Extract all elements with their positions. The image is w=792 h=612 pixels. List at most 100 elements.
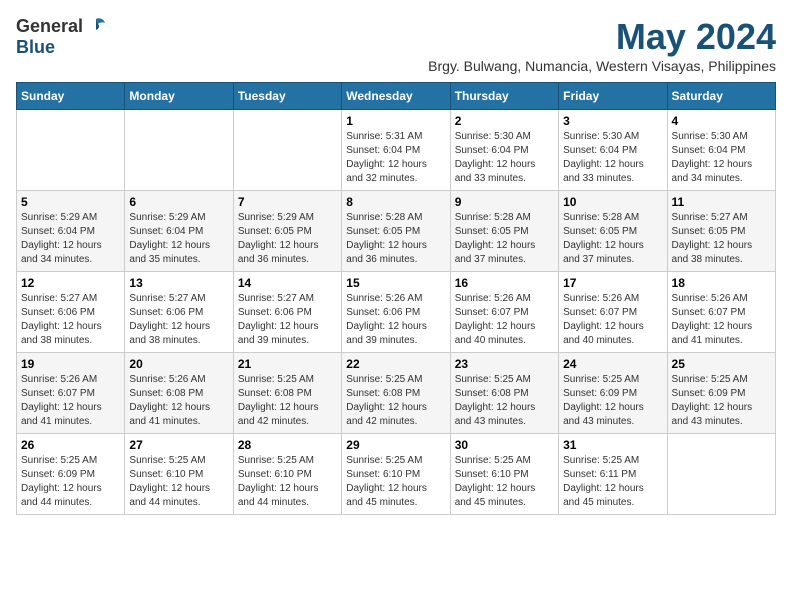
weekday-header: Tuesday xyxy=(233,83,341,110)
calendar-cell: 3 Sunrise: 5:30 AMSunset: 6:04 PMDaylight… xyxy=(559,110,667,191)
weekday-header: Friday xyxy=(559,83,667,110)
calendar-cell: 12Sunrise: 5:27 AMSunset: 6:06 PMDayligh… xyxy=(17,272,125,353)
day-info: Sunrise: 5:27 AMSunset: 6:06 PMDaylight:… xyxy=(238,292,337,348)
day-number: 21 xyxy=(238,357,337,371)
calendar-cell: 30 Sunrise: 5:25 AMSunset: 6:10 PMDayligh… xyxy=(450,434,558,515)
calendar-cell xyxy=(17,110,125,191)
day-info: Sunrise: 5:25 AMSunset: 6:10 PMDaylight:… xyxy=(346,454,445,510)
day-number: 4 xyxy=(672,114,771,128)
day-info: Sunrise: 5:26 AMSunset: 6:07 PMDaylight:… xyxy=(21,373,120,429)
day-info: Sunrise: 5:25 AMSunset: 6:09 PMDaylight:… xyxy=(672,373,771,429)
day-number: 18 xyxy=(672,276,771,290)
calendar-cell: 29 Sunrise: 5:25 AMSunset: 6:10 PMDayligh… xyxy=(342,434,450,515)
calendar-cell: 27 Sunrise: 5:25 AMSunset: 6:10 PMDayligh… xyxy=(125,434,233,515)
day-info: Sunrise: 5:25 AMSunset: 6:08 PMDaylight:… xyxy=(238,373,337,429)
day-info: Sunrise: 5:29 AMSunset: 6:04 PMDaylight:… xyxy=(129,211,228,267)
weekday-header: Sunday xyxy=(17,83,125,110)
day-number: 15 xyxy=(346,276,445,290)
day-number: 17 xyxy=(563,276,662,290)
day-number: 31 xyxy=(563,438,662,452)
calendar-cell: 17Sunrise: 5:26 AMSunset: 6:07 PMDayligh… xyxy=(559,272,667,353)
calendar-cell: 14 Sunrise: 5:27 AMSunset: 6:06 PMDayligh… xyxy=(233,272,341,353)
location-title: Brgy. Bulwang, Numancia, Western Visayas… xyxy=(428,58,776,74)
day-info: Sunrise: 5:27 AMSunset: 6:05 PMDaylight:… xyxy=(672,211,771,267)
calendar-cell: 31 Sunrise: 5:25 AMSunset: 6:11 PMDayligh… xyxy=(559,434,667,515)
calendar-cell: 11Sunrise: 5:27 AMSunset: 6:05 PMDayligh… xyxy=(667,191,775,272)
calendar-cell: 9Sunrise: 5:28 AMSunset: 6:05 PMDaylight… xyxy=(450,191,558,272)
logo: General Blue xyxy=(16,16,107,58)
day-number: 30 xyxy=(455,438,554,452)
calendar-cell: 2Sunrise: 5:30 AMSunset: 6:04 PMDaylight… xyxy=(450,110,558,191)
day-info: Sunrise: 5:30 AMSunset: 6:04 PMDaylight:… xyxy=(672,130,771,186)
calendar-cell: 10 Sunrise: 5:28 AMSunset: 6:05 PMDayligh… xyxy=(559,191,667,272)
calendar-cell: 16 Sunrise: 5:26 AMSunset: 6:07 PMDayligh… xyxy=(450,272,558,353)
day-number: 2 xyxy=(455,114,554,128)
day-number: 3 xyxy=(563,114,662,128)
day-number: 6 xyxy=(129,195,228,209)
calendar-cell: 6 Sunrise: 5:29 AMSunset: 6:04 PMDaylight… xyxy=(125,191,233,272)
calendar-table: SundayMondayTuesdayWednesdayThursdayFrid… xyxy=(16,82,776,515)
day-info: Sunrise: 5:26 AMSunset: 6:06 PMDaylight:… xyxy=(346,292,445,348)
day-number: 24 xyxy=(563,357,662,371)
day-info: Sunrise: 5:27 AMSunset: 6:06 PMDaylight:… xyxy=(129,292,228,348)
day-info: Sunrise: 5:25 AMSunset: 6:08 PMDaylight:… xyxy=(455,373,554,429)
day-info: Sunrise: 5:26 AMSunset: 6:07 PMDaylight:… xyxy=(455,292,554,348)
day-number: 5 xyxy=(21,195,120,209)
day-info: Sunrise: 5:26 AMSunset: 6:08 PMDaylight:… xyxy=(129,373,228,429)
calendar-cell: 5 Sunrise: 5:29 AMSunset: 6:04 PMDaylight… xyxy=(17,191,125,272)
day-number: 25 xyxy=(672,357,771,371)
calendar-cell: 24 Sunrise: 5:25 AMSunset: 6:09 PMDayligh… xyxy=(559,353,667,434)
day-number: 16 xyxy=(455,276,554,290)
day-number: 14 xyxy=(238,276,337,290)
calendar-week-row: 19 Sunrise: 5:26 AMSunset: 6:07 PMDayligh… xyxy=(17,353,776,434)
calendar-cell: 25 Sunrise: 5:25 AMSunset: 6:09 PMDayligh… xyxy=(667,353,775,434)
calendar-cell: 26 Sunrise: 5:25 AMSunset: 6:09 PMDayligh… xyxy=(17,434,125,515)
calendar-cell: 28 Sunrise: 5:25 AMSunset: 6:10 PMDayligh… xyxy=(233,434,341,515)
day-number: 26 xyxy=(21,438,120,452)
weekday-header: Saturday xyxy=(667,83,775,110)
day-info: Sunrise: 5:25 AMSunset: 6:10 PMDaylight:… xyxy=(129,454,228,510)
day-number: 27 xyxy=(129,438,228,452)
calendar-cell: 23 Sunrise: 5:25 AMSunset: 6:08 PMDayligh… xyxy=(450,353,558,434)
day-number: 8 xyxy=(346,195,445,209)
day-info: Sunrise: 5:25 AMSunset: 6:10 PMDaylight:… xyxy=(455,454,554,510)
day-info: Sunrise: 5:28 AMSunset: 6:05 PMDaylight:… xyxy=(346,211,445,267)
calendar-cell: 18Sunrise: 5:26 AMSunset: 6:07 PMDayligh… xyxy=(667,272,775,353)
calendar-cell xyxy=(125,110,233,191)
day-number: 19 xyxy=(21,357,120,371)
logo-blue: Blue xyxy=(16,37,55,57)
day-info: Sunrise: 5:25 AMSunset: 6:09 PMDaylight:… xyxy=(563,373,662,429)
weekday-header-row: SundayMondayTuesdayWednesdayThursdayFrid… xyxy=(17,83,776,110)
day-number: 28 xyxy=(238,438,337,452)
page-header: General Blue May 2024 Brgy. Bulwang, Num… xyxy=(16,16,776,74)
calendar-cell xyxy=(667,434,775,515)
day-number: 20 xyxy=(129,357,228,371)
day-number: 23 xyxy=(455,357,554,371)
day-info: Sunrise: 5:25 AMSunset: 6:09 PMDaylight:… xyxy=(21,454,120,510)
month-title: May 2024 xyxy=(428,16,776,58)
day-number: 22 xyxy=(346,357,445,371)
logo-bird-icon xyxy=(85,15,107,37)
calendar-cell: 13 Sunrise: 5:27 AMSunset: 6:06 PMDayligh… xyxy=(125,272,233,353)
day-info: Sunrise: 5:28 AMSunset: 6:05 PMDaylight:… xyxy=(563,211,662,267)
calendar-week-row: 26 Sunrise: 5:25 AMSunset: 6:09 PMDayligh… xyxy=(17,434,776,515)
day-number: 13 xyxy=(129,276,228,290)
day-info: Sunrise: 5:29 AMSunset: 6:05 PMDaylight:… xyxy=(238,211,337,267)
calendar-cell: 20 Sunrise: 5:26 AMSunset: 6:08 PMDayligh… xyxy=(125,353,233,434)
calendar-cell: 15 Sunrise: 5:26 AMSunset: 6:06 PMDayligh… xyxy=(342,272,450,353)
day-info: Sunrise: 5:29 AMSunset: 6:04 PMDaylight:… xyxy=(21,211,120,267)
day-info: Sunrise: 5:31 AMSunset: 6:04 PMDaylight:… xyxy=(346,130,445,186)
logo-general: General xyxy=(16,16,83,37)
day-number: 10 xyxy=(563,195,662,209)
day-number: 1 xyxy=(346,114,445,128)
day-info: Sunrise: 5:30 AMSunset: 6:04 PMDaylight:… xyxy=(563,130,662,186)
day-info: Sunrise: 5:28 AMSunset: 6:05 PMDaylight:… xyxy=(455,211,554,267)
day-info: Sunrise: 5:25 AMSunset: 6:10 PMDaylight:… xyxy=(238,454,337,510)
day-number: 12 xyxy=(21,276,120,290)
calendar-cell: 19 Sunrise: 5:26 AMSunset: 6:07 PMDayligh… xyxy=(17,353,125,434)
day-info: Sunrise: 5:25 AMSunset: 6:11 PMDaylight:… xyxy=(563,454,662,510)
weekday-header: Monday xyxy=(125,83,233,110)
weekday-header: Thursday xyxy=(450,83,558,110)
day-number: 29 xyxy=(346,438,445,452)
calendar-cell: 7Sunrise: 5:29 AMSunset: 6:05 PMDaylight… xyxy=(233,191,341,272)
